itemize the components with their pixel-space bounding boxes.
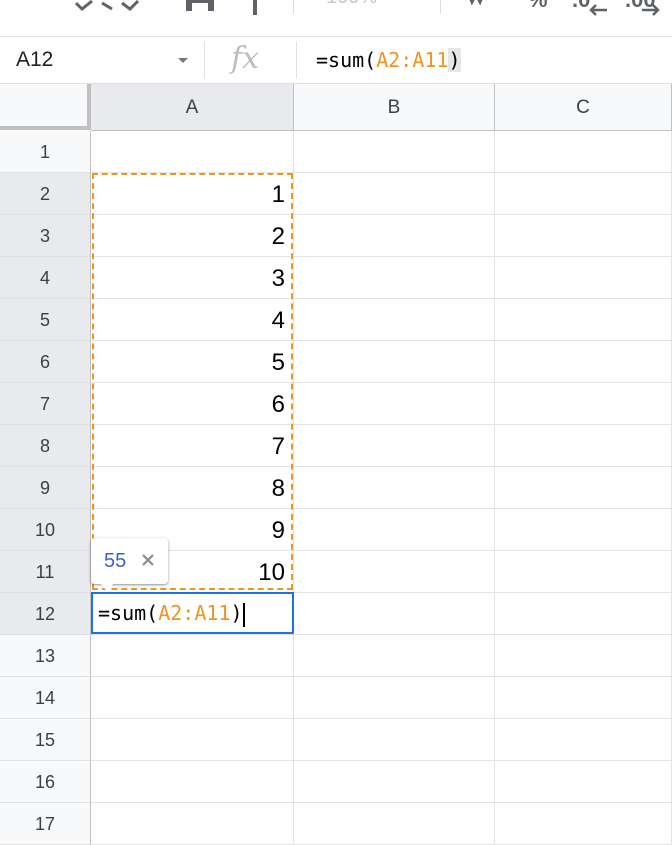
toolbar: 100% % .0 .00 <box>0 0 672 37</box>
active-cell-editor[interactable]: =sum(A2:A11) <box>91 592 294 634</box>
overlay-layer: =sum(A2:A11) 55 <box>0 84 672 844</box>
paint-format-icon[interactable] <box>72 0 162 22</box>
formula-prefix: =sum( <box>316 48 377 72</box>
formula-bar: A12 fx =sum(A2:A11) <box>0 37 672 84</box>
formula-bar-separator <box>296 41 297 79</box>
arrow-right-icon <box>640 2 662 23</box>
name-box[interactable]: A12 <box>16 37 53 83</box>
percent-button[interactable]: % <box>528 0 548 13</box>
chevron-down-icon[interactable] <box>178 58 188 63</box>
formula-input[interactable]: =sum(A2:A11) <box>316 37 461 83</box>
toolbar-separator <box>440 0 441 14</box>
arrow-left-icon <box>587 2 609 23</box>
currency-icon[interactable] <box>466 0 488 11</box>
format-paint-icon[interactable] <box>250 0 260 22</box>
toolbar-separator <box>293 0 294 14</box>
editor-range: A2:A11 <box>158 601 231 625</box>
editor-suffix: ) <box>230 601 243 625</box>
zoom-select[interactable]: 100% <box>326 0 377 9</box>
tooltip-value: 55 <box>104 550 127 572</box>
formula-result-tooltip: 55 <box>91 538 168 591</box>
range-highlight <box>92 173 293 590</box>
tooltip-tail <box>100 583 114 591</box>
editor-prefix: =sum( <box>98 601 159 625</box>
close-icon[interactable] <box>139 550 157 570</box>
formula-range: A2:A11 <box>376 48 449 72</box>
function-icon: fx <box>231 41 260 76</box>
print-icon[interactable] <box>184 0 216 22</box>
formula-suffix: ) <box>448 48 461 72</box>
text-caret <box>242 602 245 627</box>
formula-bar-separator <box>204 41 205 79</box>
